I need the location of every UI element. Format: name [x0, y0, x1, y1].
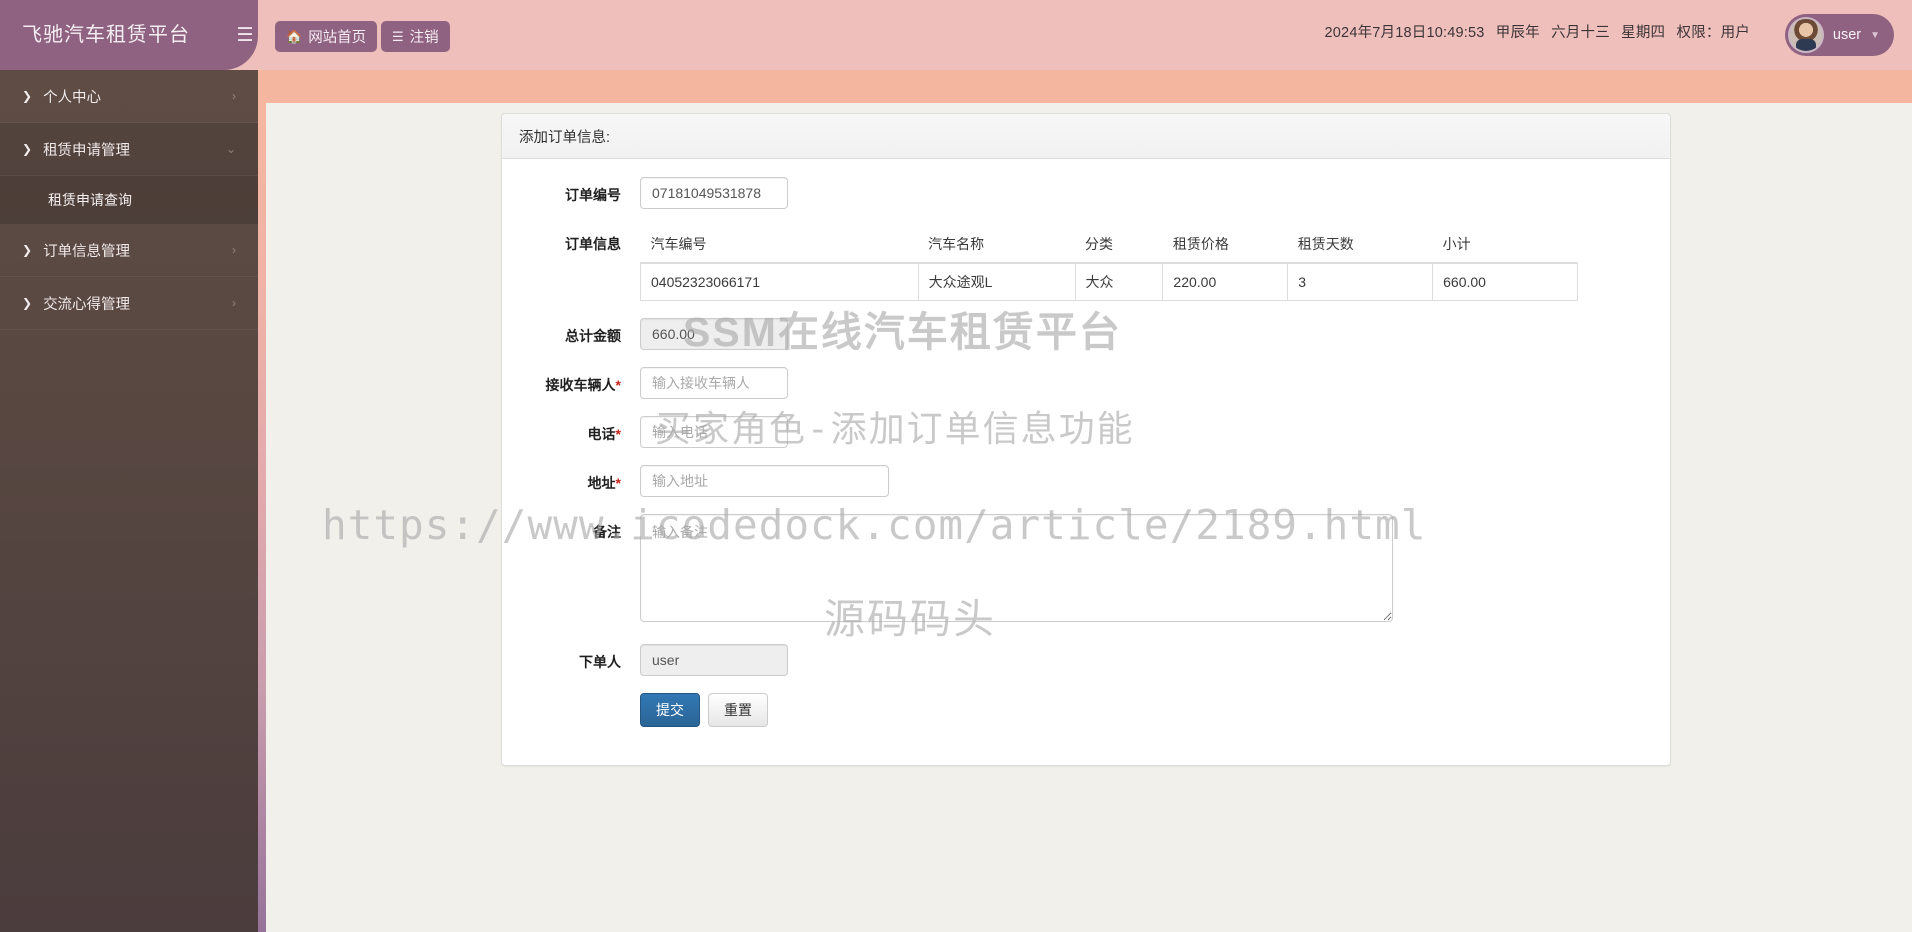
sidebar-item-experience-management[interactable]: ❯ 交流心得管理 ›	[0, 277, 258, 330]
form-row-orderer: 下单人	[502, 644, 1670, 676]
add-order-panel: 添加订单信息: 订单编号 订单信息 汽车编号 汽车名称	[501, 113, 1671, 766]
chevron-down-icon: ▼	[1870, 29, 1880, 41]
chevron-right-icon: ›	[232, 243, 236, 257]
total-amount-input	[640, 318, 788, 350]
actions-spacer	[502, 693, 621, 701]
status-lunar-date: 六月十三	[1551, 25, 1610, 41]
form-row-actions: 提交 重置	[502, 693, 1670, 728]
logout-button[interactable]: ☰ 注销	[381, 21, 450, 52]
sidebar-item-label: 交流心得管理	[43, 296, 131, 313]
address-label: 地址*	[502, 465, 621, 493]
address-input[interactable]	[640, 465, 889, 497]
chevron-right-icon: ❯	[22, 142, 33, 156]
order-no-label: 订单编号	[565, 187, 621, 203]
chevron-right-icon: ❯	[22, 296, 33, 310]
required-mark: *	[615, 475, 621, 491]
avatar	[1787, 17, 1824, 53]
chevron-down-icon: ⌄	[225, 142, 236, 156]
user-name-label: user	[1832, 27, 1862, 43]
table-header-cell: 租赁价格	[1162, 226, 1288, 264]
status-ganzhi-year: 甲辰年	[1495, 25, 1540, 41]
sidebar-item-label: 租赁申请管理	[43, 142, 131, 159]
app-brand-title: 飞驰汽车租赁平台	[0, 0, 258, 70]
receiver-input[interactable]	[640, 367, 788, 399]
form-row-phone: 电话*	[502, 416, 1670, 448]
table-row: 04052323066171 大众途观L 大众 220.00 3 660.00	[640, 262, 1578, 301]
status-role: 权限：用户	[1676, 25, 1750, 41]
table-header-cell: 分类	[1075, 226, 1163, 264]
status-datetime-bar: 2024年7月18日10:49:53 甲辰年 六月十三 星期四 权限：用户	[1325, 21, 1757, 42]
home-link-button[interactable]: 🏠 网站首页	[275, 21, 378, 52]
address-label-text: 地址	[587, 475, 616, 491]
sidebar-nav: ❯ 个人中心 › ❯ 租赁申请管理 ⌄ 租赁申请查询 ❯ 订单信息管理 › ❯ …	[0, 70, 258, 932]
order-no-input[interactable]	[640, 177, 788, 209]
required-mark: *	[615, 426, 621, 442]
panel-title: 添加订单信息:	[502, 114, 1670, 159]
table-cell-price: 220.00	[1162, 262, 1289, 301]
submit-button[interactable]: 提交	[640, 693, 700, 728]
receiver-label-text: 接收车辆人	[545, 377, 616, 393]
sidebar-item-order-management[interactable]: ❯ 订单信息管理 ›	[0, 224, 258, 277]
reset-button[interactable]: 重置	[708, 693, 768, 728]
chevron-right-icon: ›	[232, 296, 236, 310]
status-weekday: 星期四	[1621, 25, 1666, 41]
form-row-total: 总计金额	[502, 318, 1670, 350]
logout-label: 注销	[409, 30, 439, 46]
main-content-area: 添加订单信息: 订单编号 订单信息 汽车编号 汽车名称	[258, 70, 1912, 932]
sidebar-item-label: 个人中心	[43, 89, 102, 106]
top-header-bar: 飞驰汽车租赁平台 ☰ 🏠 网站首页 ☰ 注销 2024年7月18日10:49:5…	[0, 0, 1912, 70]
sidebar-item-personal-center[interactable]: ❯ 个人中心 ›	[0, 70, 258, 123]
chevron-right-icon: ❯	[22, 89, 33, 103]
form-row-order-info: 订单信息 汽车编号 汽车名称 分类 租赁价格 租赁天数 小计 040523230…	[502, 226, 1670, 301]
table-header-cell: 租赁天数	[1287, 226, 1433, 264]
table-header-row: 汽车编号 汽车名称 分类 租赁价格 租赁天数 小计	[640, 226, 1578, 264]
table-cell-car-no: 04052323066171	[640, 262, 919, 301]
remark-label: 备注	[593, 524, 621, 540]
receiver-label: 接收车辆人*	[502, 367, 621, 395]
form-row-remark: 备注	[502, 514, 1670, 627]
home-link-label: 网站首页	[308, 30, 367, 46]
order-items-table: 汽车编号 汽车名称 分类 租赁价格 租赁天数 小计 04052323066171	[640, 226, 1578, 301]
table-cell-days: 3	[1287, 262, 1434, 301]
form-row-address: 地址*	[502, 465, 1670, 497]
required-mark: *	[615, 377, 621, 393]
table-cell-car-name: 大众途观L	[917, 262, 1076, 301]
phone-label: 电话*	[502, 416, 621, 444]
table-cell-subtotal: 660.00	[1432, 262, 1578, 301]
form-row-order-no: 订单编号	[502, 177, 1670, 209]
sidebar-subitem-rental-query[interactable]: 租赁申请查询	[0, 176, 258, 224]
table-header-cell: 小计	[1432, 226, 1578, 264]
sidebar-item-rental-application[interactable]: ❯ 租赁申请管理 ⌄	[0, 123, 258, 176]
form-button-group: 提交 重置	[640, 693, 768, 728]
order-info-label: 订单信息	[565, 236, 621, 252]
table-header-cell: 汽车名称	[918, 226, 1075, 264]
sidebar-item-label: 订单信息管理	[43, 243, 131, 260]
table-header-cell: 汽车编号	[640, 226, 919, 264]
sidebar-subitem-label: 租赁申请查询	[48, 192, 132, 208]
total-amount-label: 总计金额	[565, 328, 621, 344]
form-row-receiver: 接收车辆人*	[502, 367, 1670, 399]
orderer-label: 下单人	[579, 654, 621, 670]
status-datetime: 2024年7月18日10:49:53	[1324, 25, 1485, 41]
phone-label-text: 电话	[587, 426, 616, 442]
table-cell-category: 大众	[1074, 262, 1164, 301]
chevron-right-icon: ❯	[22, 243, 33, 257]
hamburger-icon[interactable]: ☰	[228, 18, 262, 52]
remark-textarea[interactable]	[640, 514, 1393, 622]
chevron-right-icon: ›	[232, 89, 236, 103]
user-menu[interactable]: user ▼	[1784, 14, 1894, 56]
home-icon: 🏠	[286, 28, 303, 44]
phone-input[interactable]	[640, 416, 788, 448]
orderer-input	[640, 644, 788, 676]
bars-icon: ☰	[392, 28, 404, 44]
add-order-form: 订单编号 订单信息 汽车编号 汽车名称 分类 租赁价格	[502, 159, 1670, 728]
